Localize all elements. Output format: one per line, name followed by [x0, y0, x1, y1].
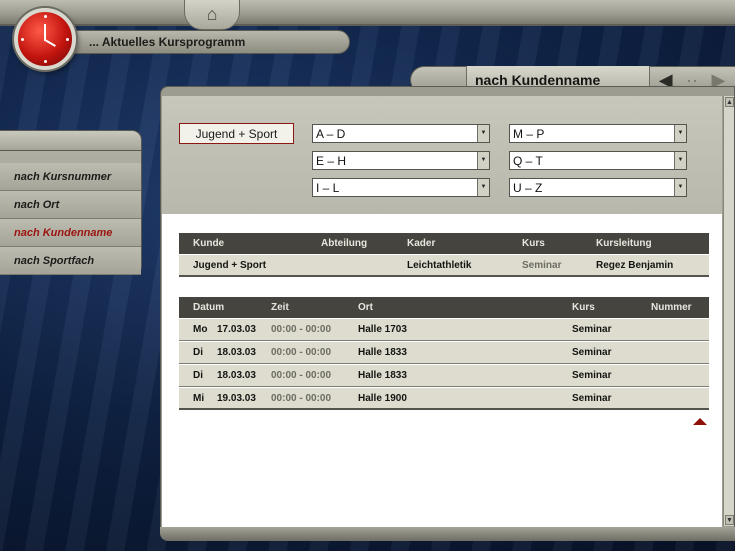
range-select-value: I – L [316, 180, 340, 195]
cell-course: Seminar [572, 347, 612, 358]
cell-time: 00:00 - 00:00 [271, 324, 332, 335]
schedule-table-header: Datum Zeit Ort Kurs Nummer [179, 297, 709, 318]
chevron-down-icon: ▼ [674, 179, 686, 196]
chevron-down-icon: ▼ [477, 152, 489, 169]
home-button[interactable]: ⌂ [184, 0, 240, 30]
cell-kunde: Jugend + Sport [193, 259, 267, 271]
top-bar [0, 0, 735, 26]
cell-day: Di [193, 347, 203, 358]
col-kader: Kader [407, 238, 436, 249]
cell-time: 00:00 - 00:00 [271, 347, 332, 358]
cell-place: Halle 1900 [358, 392, 407, 404]
range-select-value: M – P [513, 126, 545, 141]
cell-date: 18.03.03 [217, 347, 256, 358]
menu-item-kursnummer[interactable]: nach Kursnummer [0, 163, 141, 191]
cell-place: Halle 1703 [358, 324, 407, 335]
cell-kursleitung: Regez Benjamin [596, 259, 674, 271]
table-row[interactable]: Di 18.03.03 00:00 - 00:00 Halle 1833 Sem… [179, 365, 709, 387]
range-select-value: E – H [316, 153, 347, 168]
table-row[interactable]: Mo 17.03.03 00:00 - 00:00 Halle 1703 Sem… [179, 319, 709, 341]
cell-time: 00:00 - 00:00 [271, 370, 332, 381]
cell-kurs: Seminar [522, 259, 562, 271]
range-select-m-p[interactable]: M – P ▼ [509, 124, 687, 143]
col-zeit: Zeit [271, 302, 289, 313]
cell-course: Seminar [572, 370, 612, 381]
clock-icon [14, 8, 76, 70]
bottom-strip [160, 527, 735, 541]
col-kurs: Kurs [522, 238, 545, 249]
range-select-u-z[interactable]: U – Z ▼ [509, 178, 687, 197]
col-kunde: Kunde [193, 238, 225, 249]
chevron-down-icon: ▼ [674, 152, 686, 169]
cell-day: Di [193, 370, 203, 381]
chevron-down-icon: ▼ [674, 125, 686, 142]
cell-day: Mi [193, 392, 205, 404]
col-ort: Ort [358, 302, 373, 313]
home-icon: ⌂ [206, 4, 218, 24]
table-row[interactable]: Mi 19.03.03 00:00 - 00:00 Halle 1900 Sem… [179, 388, 709, 410]
cell-date: 17.03.03 [217, 324, 256, 335]
scroll-down-icon[interactable]: ▼ [725, 515, 734, 525]
cell-kader: Leichtathletik [407, 259, 472, 271]
range-select-i-l[interactable]: I – L ▼ [312, 178, 490, 197]
col-datum: Datum [193, 302, 225, 313]
col-abteilung: Abteilung [321, 238, 368, 249]
table-row[interactable]: Jugend + Sport Leichtathletik Seminar Re… [179, 255, 709, 277]
cell-course: Seminar [572, 392, 612, 404]
cell-date: 19.03.03 [217, 392, 256, 404]
col-nummer: Nummer [651, 302, 692, 313]
page-title: ... Aktuelles Kursprogramm [89, 35, 246, 49]
cell-course: Seminar [572, 324, 612, 335]
chevron-down-icon: ▼ [477, 179, 489, 196]
table-row[interactable]: Di 18.03.03 00:00 - 00:00 Halle 1833 Sem… [179, 342, 709, 364]
col-kursleitung: Kursleitung [596, 238, 652, 249]
range-select-a-d[interactable]: A – D ▼ [312, 124, 490, 143]
range-select-value: A – D [316, 126, 346, 141]
cell-day: Mo [193, 324, 208, 335]
range-select-value: Q – T [513, 153, 543, 168]
sort-menu: nach Kursnummer nach Ort nach Kundenname… [0, 150, 142, 275]
menu-item-sportfach[interactable]: nach Sportfach [0, 247, 141, 275]
range-select-e-h[interactable]: E – H ▼ [312, 151, 490, 170]
cell-place: Halle 1833 [358, 370, 407, 381]
sort-up-icon[interactable] [693, 418, 707, 425]
range-select-value: U – Z [513, 180, 543, 195]
cell-place: Halle 1833 [358, 347, 407, 358]
menu-item-kundenname[interactable]: nach Kundenname [0, 219, 141, 247]
customer-table-header: Kunde Abteilung Kader Kurs Kursleitung [179, 233, 709, 254]
menu-item-ort[interactable]: nach Ort [0, 191, 141, 219]
cell-date: 18.03.03 [217, 370, 256, 381]
menu-header [0, 130, 142, 152]
scroll-up-icon[interactable]: ▲ [725, 97, 734, 107]
range-select-q-t[interactable]: Q – T ▼ [509, 151, 687, 170]
app-title-bar: ... Aktuelles Kursprogramm [50, 30, 350, 54]
col-kurs: Kurs [572, 302, 595, 313]
cell-time: 00:00 - 00:00 [271, 392, 332, 404]
customer-button[interactable]: Jugend + Sport [179, 123, 294, 144]
scrollbar[interactable]: ▲ ▼ [723, 96, 734, 526]
chevron-down-icon: ▼ [477, 125, 489, 142]
